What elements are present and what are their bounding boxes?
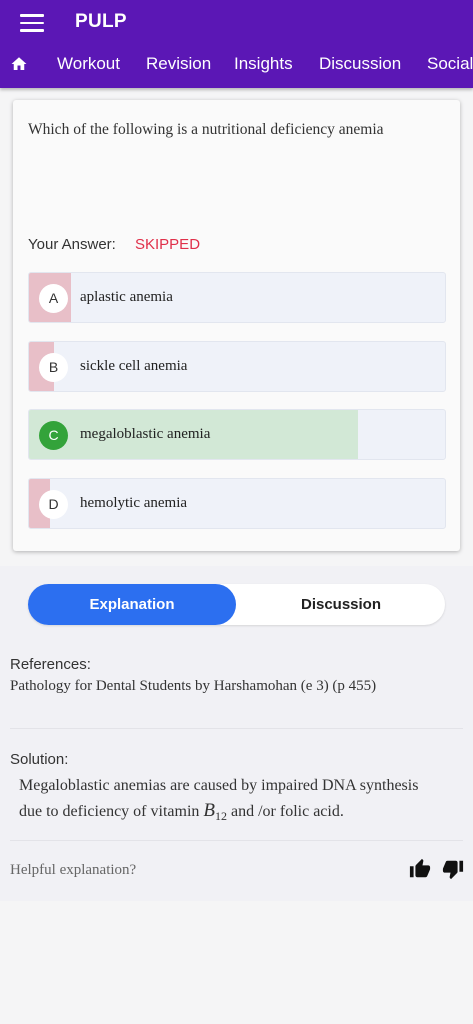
explanation-panel: Explanation Discussion References: Patho… <box>0 566 473 901</box>
option-c-letter: C <box>39 421 68 450</box>
tab-insights[interactable]: Insights <box>234 54 293 74</box>
your-answer-label: Your Answer: <box>28 236 116 253</box>
option-b-letter: B <box>39 353 68 382</box>
solution-line-1: Megaloblastic anemias are caused by impa… <box>19 777 419 794</box>
vitamin-variable: B <box>203 800 215 821</box>
question-text: Which of the following is a nutritional … <box>28 121 384 138</box>
app-bar: PULP Workout Revision Insights Discussio… <box>0 0 473 88</box>
tab-revision[interactable]: Revision <box>146 54 211 74</box>
option-c[interactable]: C megaloblastic anemia <box>28 409 446 460</box>
your-answer-status: SKIPPED <box>135 236 201 253</box>
divider <box>10 840 463 841</box>
thumbs-down-icon[interactable] <box>442 858 464 880</box>
references-text: Pathology for Dental Students by Harsham… <box>10 678 377 694</box>
explanation-button[interactable]: Explanation <box>28 584 236 625</box>
solution-line-2-prefix: due to deficiency of vitamin <box>19 803 204 820</box>
solution-line-2-suffix: and /or folic acid. <box>227 803 344 820</box>
app-title: PULP <box>75 11 127 32</box>
tab-discussion[interactable]: Discussion <box>319 54 401 74</box>
solution-heading: Solution: <box>10 751 69 768</box>
option-a[interactable]: A aplastic anemia <box>28 272 446 323</box>
references-heading: References: <box>10 656 91 673</box>
hamburger-menu-icon[interactable] <box>20 14 44 32</box>
question-card: Which of the following is a nutritional … <box>13 100 460 551</box>
vitamin-subscript: 12 <box>215 809 227 824</box>
option-d-text: hemolytic anemia <box>80 495 188 511</box>
nav-tabs: Workout Revision Insights Discussion Soc… <box>0 46 473 86</box>
divider <box>10 728 463 729</box>
solution-text: Megaloblastic anemias are caused by impa… <box>19 773 464 829</box>
option-a-letter: A <box>39 284 68 313</box>
explanation-toggle: Explanation Discussion <box>28 584 445 625</box>
option-b[interactable]: B sickle cell anemia <box>28 341 446 392</box>
tab-social[interactable]: Social <box>427 54 473 74</box>
home-icon[interactable] <box>10 55 28 73</box>
tab-workout[interactable]: Workout <box>57 54 120 74</box>
option-c-text: megaloblastic anemia <box>80 426 211 442</box>
thumbs-up-icon[interactable] <box>409 858 431 880</box>
option-d-letter: D <box>39 490 68 519</box>
discussion-button[interactable]: Discussion <box>237 584 445 625</box>
option-b-text: sickle cell anemia <box>80 358 188 374</box>
app-header: PULP <box>0 0 473 46</box>
option-a-text: aplastic anemia <box>80 289 173 305</box>
helpful-prompt: Helpful explanation? <box>10 862 137 878</box>
option-d[interactable]: D hemolytic anemia <box>28 478 446 529</box>
